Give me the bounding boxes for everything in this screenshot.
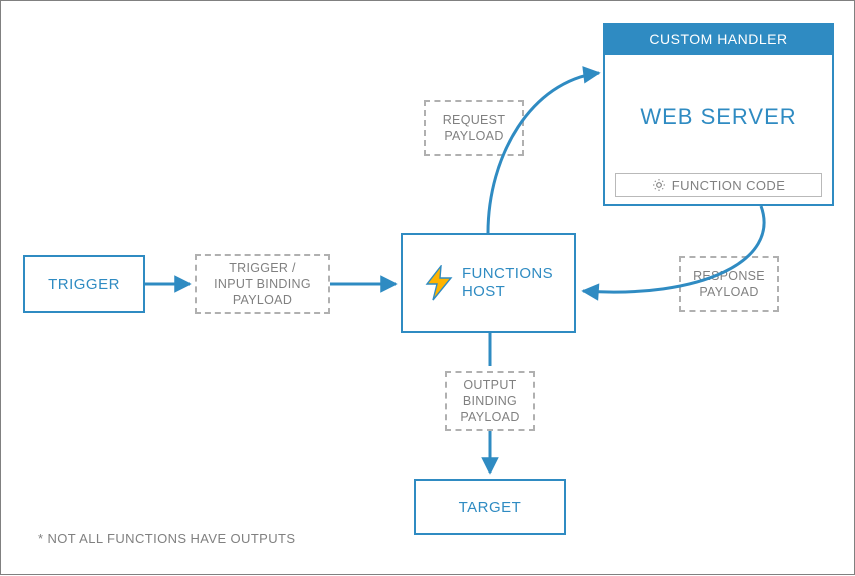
functions-host-node: FUNCTIONS HOST: [401, 233, 576, 333]
trigger-label: TRIGGER: [48, 276, 120, 293]
custom-handler-header: CUSTOM HANDLER: [603, 23, 834, 55]
footnote-text: * NOT ALL FUNCTIONS HAVE OUTPUTS: [38, 531, 295, 546]
input-payload-node: TRIGGER / INPUT BINDING PAYLOAD: [195, 254, 330, 314]
input-payload-text: TRIGGER / INPUT BINDING PAYLOAD: [214, 260, 311, 309]
output-payload-node: OUTPUT BINDING PAYLOAD: [445, 371, 535, 431]
target-label: TARGET: [459, 499, 522, 516]
function-code-label: FUNCTION CODE: [672, 178, 786, 193]
lightning-bolt-icon: [424, 265, 454, 301]
output-payload-text: OUTPUT BINDING PAYLOAD: [460, 377, 519, 426]
web-server-label: WEB SERVER: [640, 104, 796, 130]
request-payload-text: REQUEST PAYLOAD: [443, 112, 506, 145]
function-code-chip: FUNCTION CODE: [615, 173, 822, 197]
response-payload-text: RESPONSE PAYLOAD: [693, 268, 765, 301]
target-node: TARGET: [414, 479, 566, 535]
diagram-canvas: TRIGGER TRIGGER / INPUT BINDING PAYLOAD …: [0, 0, 855, 575]
functions-host-label: FUNCTIONS HOST: [462, 265, 553, 301]
trigger-node: TRIGGER: [23, 255, 145, 313]
request-payload-node: REQUEST PAYLOAD: [424, 100, 524, 156]
response-payload-node: RESPONSE PAYLOAD: [679, 256, 779, 312]
gear-icon: [652, 178, 666, 192]
